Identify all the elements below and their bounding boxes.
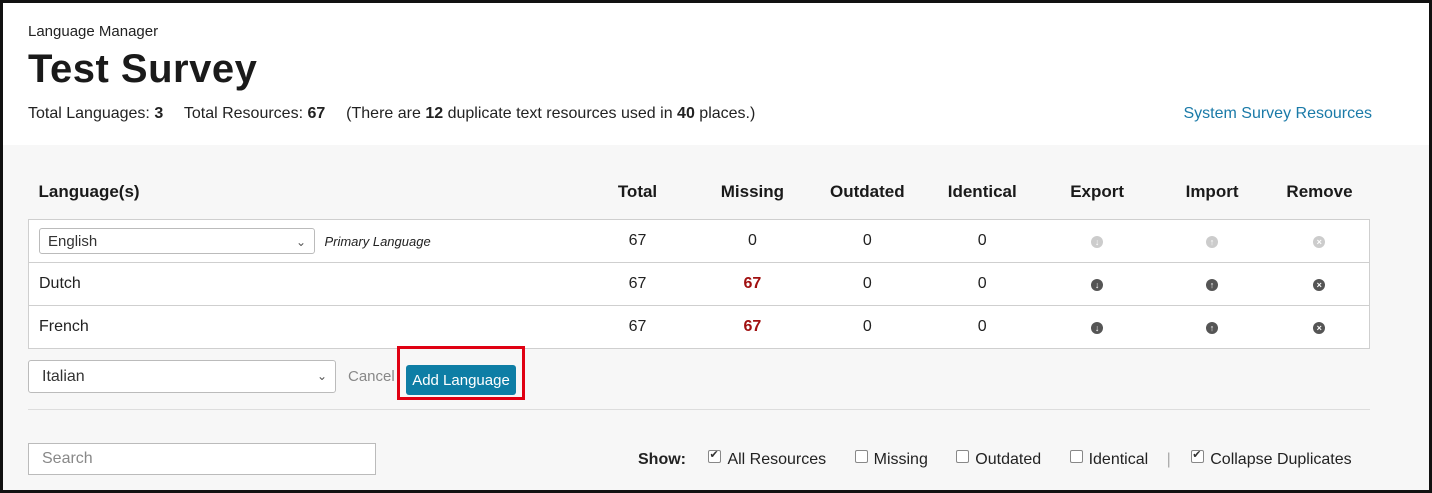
survey-stats: Total Languages: 3 Total Resources: 67 (… [28, 105, 755, 123]
checkbox-icon[interactable] [854, 450, 868, 463]
language-manager-window: Language Manager Test Survey Total Langu… [0, 0, 1432, 493]
filter-label: Missing [873, 451, 928, 468]
column-header-total: Total [617, 182, 658, 201]
export-download-icon[interactable]: ↓ [1091, 322, 1104, 334]
export-cell: ↓ [1039, 219, 1155, 263]
export-download-icon[interactable]: ↓ [1091, 279, 1104, 291]
identical-cell: 0 [924, 305, 1040, 349]
remove-cell: × [1269, 262, 1371, 306]
system-survey-resources-link[interactable]: System Survey Resources [1183, 105, 1372, 123]
filter-missing[interactable]: Missing [854, 450, 928, 468]
table-row: Dutch 67 67 0 0 ↓ ↑ × [28, 262, 1371, 306]
outdated-cell: 0 [809, 305, 925, 349]
language-cell: Dutch [28, 262, 581, 306]
duplicates-middle: duplicate text resources used in [447, 105, 673, 122]
duplicates-suffix: places.) [699, 105, 756, 122]
missing-cell: 67 [694, 305, 810, 349]
add-language-button[interactable]: Add Language [406, 365, 516, 395]
remove-cell: × [1269, 219, 1371, 263]
column-header-import: Import [1185, 182, 1239, 201]
primary-language-value: English [48, 233, 98, 250]
total-cell: 67 [580, 262, 695, 306]
filter-collapse-duplicates[interactable]: Collapse Duplicates [1191, 448, 1352, 468]
identical-cell: 0 [924, 262, 1040, 306]
checkbox-icon[interactable] [1069, 450, 1083, 463]
language-cell: French [28, 305, 581, 349]
import-upload-icon: ↑ [1206, 236, 1219, 248]
checkbox-checked-icon[interactable] [708, 448, 722, 463]
column-header-export: Export [1070, 182, 1125, 201]
total-cell: 67 [580, 219, 695, 263]
outdated-cell: 0 [809, 262, 925, 306]
duplicates-prefix: (There are [346, 105, 421, 122]
languages-table: Language(s) Total Missing Outdated Ident… [28, 181, 1371, 349]
missing-cell: 67 [694, 262, 810, 306]
duplicates-count: 12 [425, 105, 444, 122]
filter-label: Outdated [975, 451, 1042, 468]
column-header-language: Language(s) [38, 182, 140, 201]
filter-all-resources[interactable]: All Resources [708, 448, 827, 468]
remove-close-icon: × [1313, 236, 1326, 248]
export-download-icon: ↓ [1091, 236, 1104, 248]
filter-label: Identical [1088, 451, 1149, 468]
column-header-missing: Missing [720, 182, 785, 201]
page-header: Language Manager Test Survey Total Langu… [3, 3, 1429, 145]
total-languages-label: Total Languages: [28, 105, 150, 122]
remove-close-icon[interactable]: × [1313, 279, 1326, 291]
table-row: English ⌄ Primary Language 67 0 0 0 ↓ ↑ … [28, 219, 1371, 263]
filter-label: Collapse Duplicates [1210, 451, 1352, 468]
filter-separator: | [1166, 451, 1171, 468]
divider [28, 409, 1370, 410]
new-language-select[interactable]: Italian ⌄ [28, 360, 336, 393]
table-row: French 67 67 0 0 ↓ ↑ × [28, 305, 1371, 349]
cancel-button[interactable]: Cancel [348, 368, 395, 385]
outdated-cell: 0 [809, 219, 925, 263]
import-upload-icon[interactable]: ↑ [1206, 279, 1219, 291]
column-header-outdated: Outdated [830, 182, 905, 201]
total-languages-value: 3 [154, 105, 164, 122]
page-title: Test Survey [28, 47, 258, 91]
column-header-remove: Remove [1286, 182, 1353, 201]
total-cell: 67 [580, 305, 695, 349]
remove-close-icon[interactable]: × [1313, 322, 1326, 334]
new-language-value: Italian [42, 368, 85, 385]
export-cell: ↓ [1039, 305, 1155, 349]
chevron-down-icon: ⌄ [316, 369, 327, 383]
import-cell: ↑ [1154, 219, 1270, 263]
total-resources-label: Total Resources: [183, 105, 304, 122]
chevron-down-icon: ⌄ [295, 235, 306, 249]
remove-cell: × [1269, 305, 1371, 349]
checkbox-icon[interactable] [956, 450, 970, 463]
import-upload-icon[interactable]: ↑ [1206, 322, 1219, 334]
identical-cell: 0 [924, 219, 1040, 263]
show-label: Show: [638, 451, 686, 468]
search-input[interactable]: Search [28, 443, 376, 475]
total-resources-value: 67 [307, 105, 326, 122]
language-cell: English ⌄ Primary Language [28, 219, 581, 263]
checkbox-checked-icon[interactable] [1191, 448, 1205, 463]
breadcrumb: Language Manager [28, 23, 159, 40]
export-cell: ↓ [1039, 262, 1155, 306]
filter-label: All Resources [727, 451, 827, 468]
primary-language-select[interactable]: English ⌄ [39, 228, 315, 254]
import-cell: ↑ [1154, 305, 1270, 349]
primary-language-label: Primary Language [324, 233, 431, 249]
column-header-identical: Identical [947, 182, 1017, 201]
missing-cell: 0 [694, 219, 810, 263]
filter-outdated[interactable]: Outdated [956, 450, 1042, 468]
language-panel: Language(s) Total Missing Outdated Ident… [3, 145, 1429, 490]
import-cell: ↑ [1154, 262, 1270, 306]
duplicates-places: 40 [677, 105, 695, 122]
filter-identical[interactable]: Identical [1069, 450, 1149, 468]
show-filters: Show: All Resources Missing Outdated Ide… [638, 448, 1352, 469]
